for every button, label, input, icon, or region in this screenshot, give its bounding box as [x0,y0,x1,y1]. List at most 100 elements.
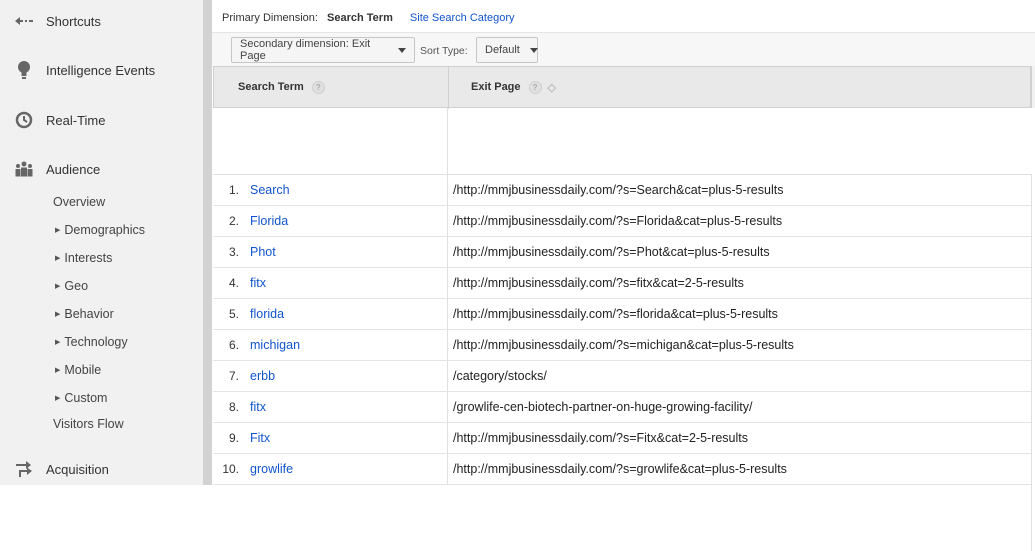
sidebar-item-real-time[interactable]: Real-Time [0,108,203,132]
report-main: Primary Dimension: Search Term Site Sear… [212,0,1035,551]
table-row: 3. Phot/http://mmjbusinessdaily.com/?s=Ph… [213,237,1031,268]
column-divider [447,268,448,298]
table-row: 4. fitx/http://mmjbusinessdaily.com/?s=fi… [213,268,1031,299]
table-row: 1. Search/http://mmjbusinessdaily.com/?s=… [213,175,1031,206]
column-header-label: Exit Page [471,81,521,93]
expand-arrow-icon: ▶ [55,283,61,290]
table-toolbar: Secondary dimension: Exit Page Sort Type… [212,32,1035,67]
search-term-link[interactable]: Search [250,175,290,205]
sidebar-sub-geo[interactable]: ▶ Geo [55,276,88,296]
row-number: 10. [222,462,239,476]
sidebar-sub-label: Overview [53,195,106,209]
sort-type-value: Default [485,44,520,56]
column-divider [447,206,448,236]
search-term-link[interactable]: fitx [250,392,266,422]
sidebar-item-label: Real-Time [46,112,106,128]
column-divider [447,454,448,484]
column-divider [447,237,448,267]
sidebar-sub-overview[interactable]: Overview [53,192,105,212]
exit-page-value: /http://mmjbusinessdaily.com/?s=Florida&… [453,214,783,228]
exit-page-value: /http://mmjbusinessdaily.com/?s=florida&… [453,307,778,321]
search-term-link[interactable]: erbb [250,361,275,391]
sidebar-sub-label: Mobile [64,363,102,377]
exit-page-value: /http://mmjbusinessdaily.com/?s=Fitx&cat… [453,431,749,445]
column-header-exit-page[interactable]: Exit Page ? ◇ [471,67,556,107]
column-divider [448,67,449,109]
sidebar-sub-label: Visitors Flow [53,417,124,431]
row-number: 6. [228,338,239,352]
sidebar-sub-interests[interactable]: ▶ Interests [55,248,112,268]
site-search-category-link[interactable]: Site Search Category [410,12,515,24]
table-row: 10. growlife/http://mmjbusinessdaily.com/… [213,454,1031,485]
primary-dimension-label: Primary Dimension: [222,12,318,24]
column-divider [447,392,448,422]
clock-icon [14,110,34,130]
sidebar: Shortcuts Intelligence Events Real-Time … [0,0,203,485]
row-number: 9. [228,431,239,445]
secondary-dimension-dropdown[interactable]: Secondary dimension: Exit Page [231,37,415,63]
sidebar-sub-custom[interactable]: ▶ Custom [55,388,107,408]
sort-type-dropdown[interactable]: Default [476,37,538,63]
sidebar-scrollbar[interactable] [203,0,212,485]
search-term-link[interactable]: Phot [250,237,276,267]
sidebar-sub-visitors-flow[interactable]: Visitors Flow [53,414,124,434]
table-header: Search Term ? Exit Page ? ◇ [213,66,1031,109]
exit-page-value: /http://mmjbusinessdaily.com/?s=growlife… [453,462,787,476]
people-icon [14,159,34,179]
row-number: 7. [228,369,239,383]
sidebar-item-acquisition[interactable]: Acquisition [0,457,203,481]
expand-arrow-icon: ▶ [55,395,61,402]
search-term-link[interactable]: Florida [250,206,288,236]
primary-dimension-row: Primary Dimension: Search Term Site Sear… [222,12,514,24]
sidebar-item-audience[interactable]: Audience [0,157,203,181]
sidebar-sub-mobile[interactable]: ▶ Mobile [55,360,101,380]
sidebar-item-shortcuts[interactable]: Shortcuts [0,9,203,33]
sidebar-item-label: Shortcuts [46,13,101,29]
table-right-border [1031,174,1032,551]
sidebar-sub-demographics[interactable]: ▶ Demographics [55,220,145,240]
empty-summary-row [213,108,1031,175]
sidebar-item-label: Audience [46,161,101,177]
expand-arrow-icon: ▶ [55,339,61,346]
search-term-link[interactable]: michigan [250,330,300,360]
table-row: 5. florida/http://mmjbusinessdaily.com/?s… [213,299,1031,330]
table-row: 8. fitx/growlife-cen-biotech-partner-on-h… [213,392,1031,423]
sidebar-sub-label: Behavior [64,307,114,321]
table-row: 7. erbb/category/stocks/ [213,361,1031,392]
table-row: 9. Fitx/http://mmjbusinessdaily.com/?s=Fi… [213,423,1031,454]
sidebar-sub-technology[interactable]: ▶ Technology [55,332,128,352]
help-icon[interactable]: ? [311,80,325,94]
sidebar-sub-label: Interests [64,251,113,265]
column-header-label: Search Term [238,81,304,93]
sidebar-item-label: Intelligence Events [46,62,156,78]
table-scrollbar[interactable] [1031,66,1035,108]
sidebar-sub-behavior[interactable]: ▶ Behavior [55,304,114,324]
back-arrow-icon [14,11,34,31]
column-header-search-term[interactable]: Search Term ? [238,67,325,107]
row-number: 4. [228,276,239,290]
column-divider [447,299,448,329]
help-icon[interactable]: ? [528,80,542,94]
expand-arrow-icon: ▶ [55,367,61,374]
search-term-link[interactable]: Fitx [250,423,270,453]
search-term-link[interactable]: growlife [250,454,293,484]
expand-arrow-icon: ▶ [55,311,61,318]
lightbulb-icon [14,60,34,80]
exit-page-value: /http://mmjbusinessdaily.com/?s=michigan… [453,338,794,352]
exit-page-value: /growlife-cen-biotech-partner-on-huge-gr… [453,400,753,414]
expand-arrow-icon: ▶ [55,255,61,262]
table-row: 2. Florida/http://mmjbusinessdaily.com/?s… [213,206,1031,237]
exit-page-value: /http://mmjbusinessdaily.com/?s=Search&c… [453,183,784,197]
exit-page-value: /category/stocks/ [453,369,547,383]
row-number: 1. [228,183,239,197]
search-term-link[interactable]: fitx [250,268,266,298]
row-number: 8. [228,400,239,414]
column-divider [447,330,448,360]
sort-type-label: Sort Type: [420,45,468,57]
search-term-link[interactable]: florida [250,299,284,329]
primary-dimension-active[interactable]: Search Term [327,12,393,24]
exit-page-value: /http://mmjbusinessdaily.com/?s=fitx&cat… [453,276,744,290]
sidebar-item-intelligence-events[interactable]: Intelligence Events [0,58,203,82]
sort-icon[interactable]: ◇ [548,81,556,94]
exit-page-value: /http://mmjbusinessdaily.com/?s=Phot&cat… [453,245,770,259]
